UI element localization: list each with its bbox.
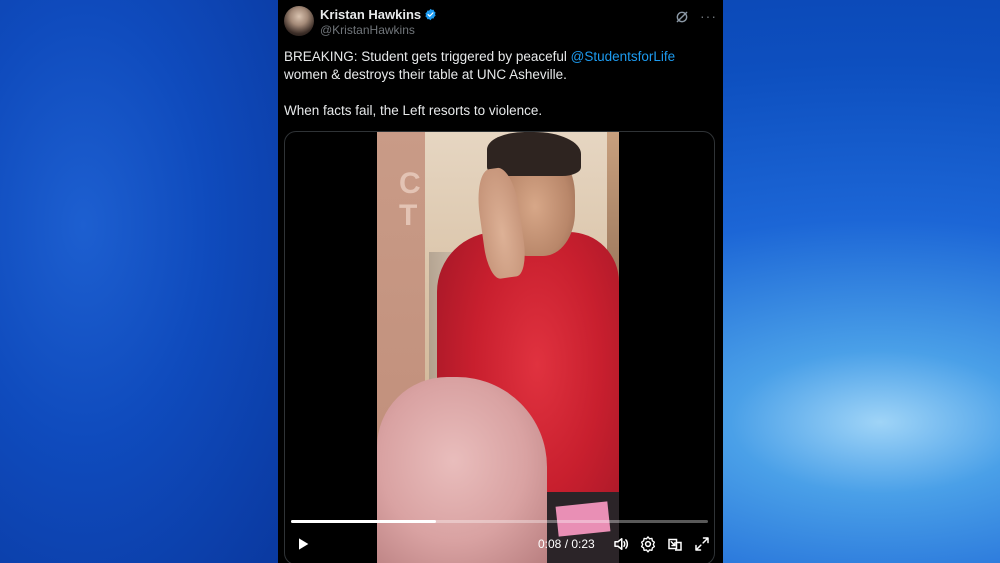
video-controls: 0:08 / 0:23 bbox=[285, 530, 714, 560]
avatar[interactable] bbox=[284, 6, 314, 36]
author-row: Kristan Hawkins bbox=[320, 7, 437, 22]
author-handle[interactable]: @KristanHawkins bbox=[320, 23, 415, 37]
picture-in-picture-icon[interactable] bbox=[666, 535, 684, 553]
tweet-text-part2: women & destroys their table at UNC Ashe… bbox=[284, 67, 567, 82]
verified-badge-icon bbox=[425, 8, 436, 21]
video-time: 0:08 / 0:23 bbox=[538, 537, 595, 551]
fullscreen-icon[interactable] bbox=[693, 535, 711, 553]
author-name[interactable]: Kristan Hawkins bbox=[320, 7, 421, 22]
settings-icon[interactable] bbox=[639, 535, 657, 553]
video-background-text: C T bbox=[399, 167, 421, 232]
mention-link[interactable]: @StudentsforLife bbox=[571, 49, 676, 64]
more-icon[interactable]: ··· bbox=[700, 8, 717, 24]
video-progress-fill bbox=[291, 520, 437, 523]
tweet-text-part1: BREAKING: Student gets triggered by peac… bbox=[284, 49, 571, 64]
tweet-text-line1: BREAKING: Student gets triggered by peac… bbox=[284, 48, 716, 84]
tweet-card: Kristan Hawkins @KristanHawkins ··· BREA… bbox=[278, 0, 723, 563]
tweet-text-line2: When facts fail, the Left resorts to vio… bbox=[284, 103, 543, 118]
video-player[interactable]: C T 0:08 / 0:23 bbox=[284, 131, 715, 563]
video-progress-bar[interactable] bbox=[291, 520, 708, 523]
play-icon[interactable] bbox=[295, 536, 311, 552]
video-frame[interactable]: C T bbox=[377, 132, 619, 563]
grok-icon[interactable] bbox=[675, 10, 689, 24]
volume-icon[interactable] bbox=[612, 535, 630, 553]
tweet-text: BREAKING: Student gets triggered by peac… bbox=[284, 48, 716, 120]
background-left bbox=[0, 0, 278, 563]
